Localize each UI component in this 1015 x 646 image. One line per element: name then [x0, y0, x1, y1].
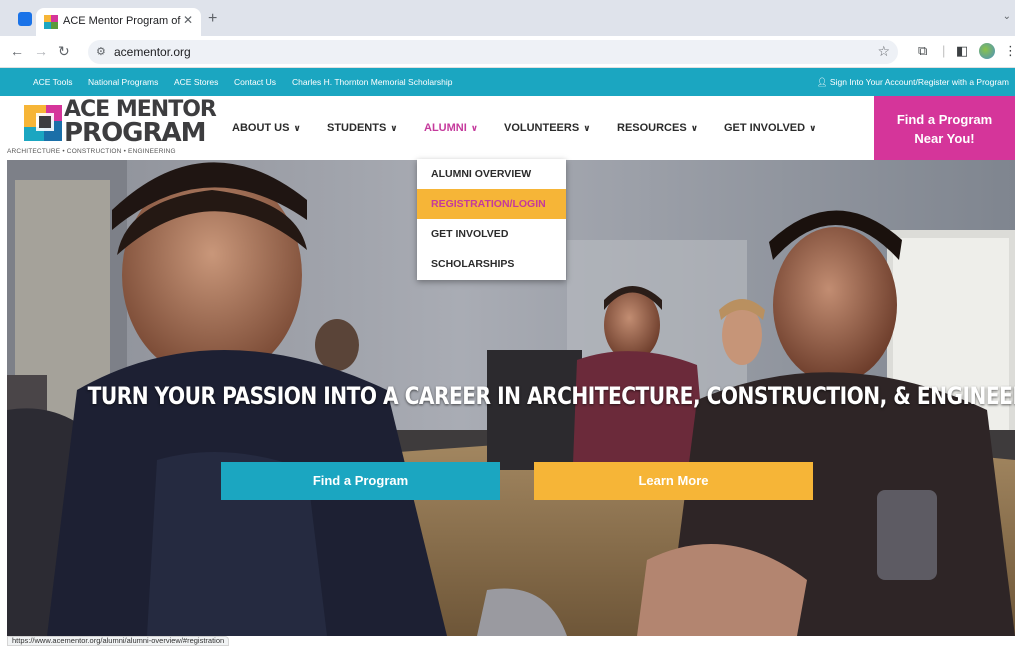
ace-favicon-icon [44, 15, 58, 29]
extensions-icon[interactable]: ⧉ [918, 43, 927, 59]
chevron-down-icon: ∨ [470, 123, 479, 133]
back-icon[interactable]: ← [10, 43, 24, 59]
chevron-down-icon: ∨ [809, 123, 817, 133]
browser-tab-strip: ACE Mentor Program of Amer ✕ + ⌄ [0, 0, 1015, 36]
chevron-down-icon: ∨ [293, 123, 301, 133]
nav-label: GET INVOLVED [724, 122, 806, 134]
learn-more-button[interactable]: Learn More [534, 462, 813, 500]
ace-logo-icon[interactable] [22, 101, 64, 143]
logo-wordmark[interactable]: ACE MENTOR PROGRAM [64, 99, 217, 148]
util-link-ace-stores[interactable]: ACE Stores [174, 77, 218, 87]
chevron-down-icon: ∨ [390, 123, 398, 133]
find-a-program-button[interactable]: Find a Program [221, 462, 500, 500]
browser-tab[interactable]: ACE Mentor Program of Amer ✕ [36, 8, 201, 36]
user-icon: 👤︎ [816, 77, 828, 87]
close-tab-icon[interactable]: ✕ [183, 13, 193, 27]
dropdown-item-scholarships[interactable]: SCHOLARSHIPS [417, 249, 566, 279]
util-link-ace-tools[interactable]: ACE Tools [33, 77, 73, 87]
nav-label: VOLUNTEERS [504, 122, 580, 134]
hero-headline: TURN YOUR PASSION INTO A CAREER IN ARCHI… [87, 382, 1015, 410]
utility-bar: ACE Tools National Programs ACE Stores C… [0, 68, 1015, 96]
dropdown-item-alumni-overview[interactable]: ALUMNI OVERVIEW [417, 159, 566, 189]
new-tab-button[interactable]: + [208, 10, 217, 28]
url-text[interactable]: acementor.org [114, 45, 191, 59]
dropdown-item-get-involved[interactable]: GET INVOLVED [417, 219, 566, 249]
bookmark-star-icon[interactable]: ☆ [877, 43, 890, 60]
find-program-cta-button[interactable]: Find a Program Near You! [874, 96, 1015, 160]
util-link-contact-us[interactable]: Contact Us [234, 77, 276, 87]
toolbar-divider: | [942, 43, 946, 58]
site-header: ACE MENTOR PROGRAM ARCHITECTURE • CONSTR… [0, 96, 1015, 160]
forward-icon[interactable]: → [34, 43, 48, 59]
dropdown-item-registration-login[interactable]: REGISTRATION/LOGIN [417, 189, 566, 219]
logo-tagline: ARCHITECTURE • CONSTRUCTION • ENGINEERIN… [7, 148, 176, 155]
browser-toolbar: ← → ↻ ⚙ acementor.org ☆ ⧉ | ◧ ⋮ [0, 36, 1015, 68]
tab-title: ACE Mentor Program of Amer [63, 15, 181, 27]
util-link-scholarship[interactable]: Charles H. Thornton Memorial Scholarship [292, 77, 452, 87]
page-left-margin [0, 160, 7, 646]
nav-about-us[interactable]: ABOUT US ∨ [232, 122, 301, 134]
chevron-down-icon: ∨ [690, 123, 698, 133]
chevron-down-icon: ∨ [583, 123, 591, 133]
link-status-bar: https://www.acementor.org/alumni/alumni-… [7, 636, 230, 646]
reload-icon[interactable]: ↻ [58, 43, 70, 60]
side-panel-icon[interactable]: ◧ [956, 43, 968, 59]
sign-in-link[interactable]: 👤︎ Sign Into Your Account/Register with … [817, 77, 1009, 88]
nav-label: ALUMNI [424, 122, 467, 134]
nav-alumni[interactable]: ALUMNI ∨ [424, 122, 478, 134]
nav-label: STUDENTS [327, 122, 387, 134]
cta-line-1: Find a Program [896, 112, 993, 127]
logo-line-2: PROGRAM [64, 117, 207, 148]
nav-students[interactable]: STUDENTS ∨ [327, 122, 398, 134]
util-link-national-programs[interactable]: National Programs [88, 77, 158, 87]
sign-in-label: Sign Into Your Account/Register with a P… [829, 77, 1009, 87]
menu-icon[interactable]: ⋮ [1004, 43, 1015, 59]
address-bar[interactable]: ⚙ acementor.org ☆ [88, 40, 898, 64]
nav-volunteers[interactable]: VOLUNTEERS ∨ [504, 122, 591, 134]
alumni-dropdown-menu: ALUMNI OVERVIEW REGISTRATION/LOGIN GET I… [417, 159, 566, 280]
nav-label: ABOUT US [232, 122, 290, 134]
nav-get-involved[interactable]: GET INVOLVED ∨ [724, 122, 816, 134]
tab-group-icon[interactable] [18, 12, 32, 26]
nav-resources[interactable]: RESOURCES ∨ [617, 122, 698, 134]
nav-label: RESOURCES [617, 122, 687, 134]
cta-line-2: Near You! [914, 131, 975, 146]
tab-search-icon[interactable]: ⌄ [1003, 11, 1011, 22]
site-settings-icon[interactable]: ⚙ [96, 45, 106, 58]
profile-icon[interactable] [979, 43, 995, 59]
